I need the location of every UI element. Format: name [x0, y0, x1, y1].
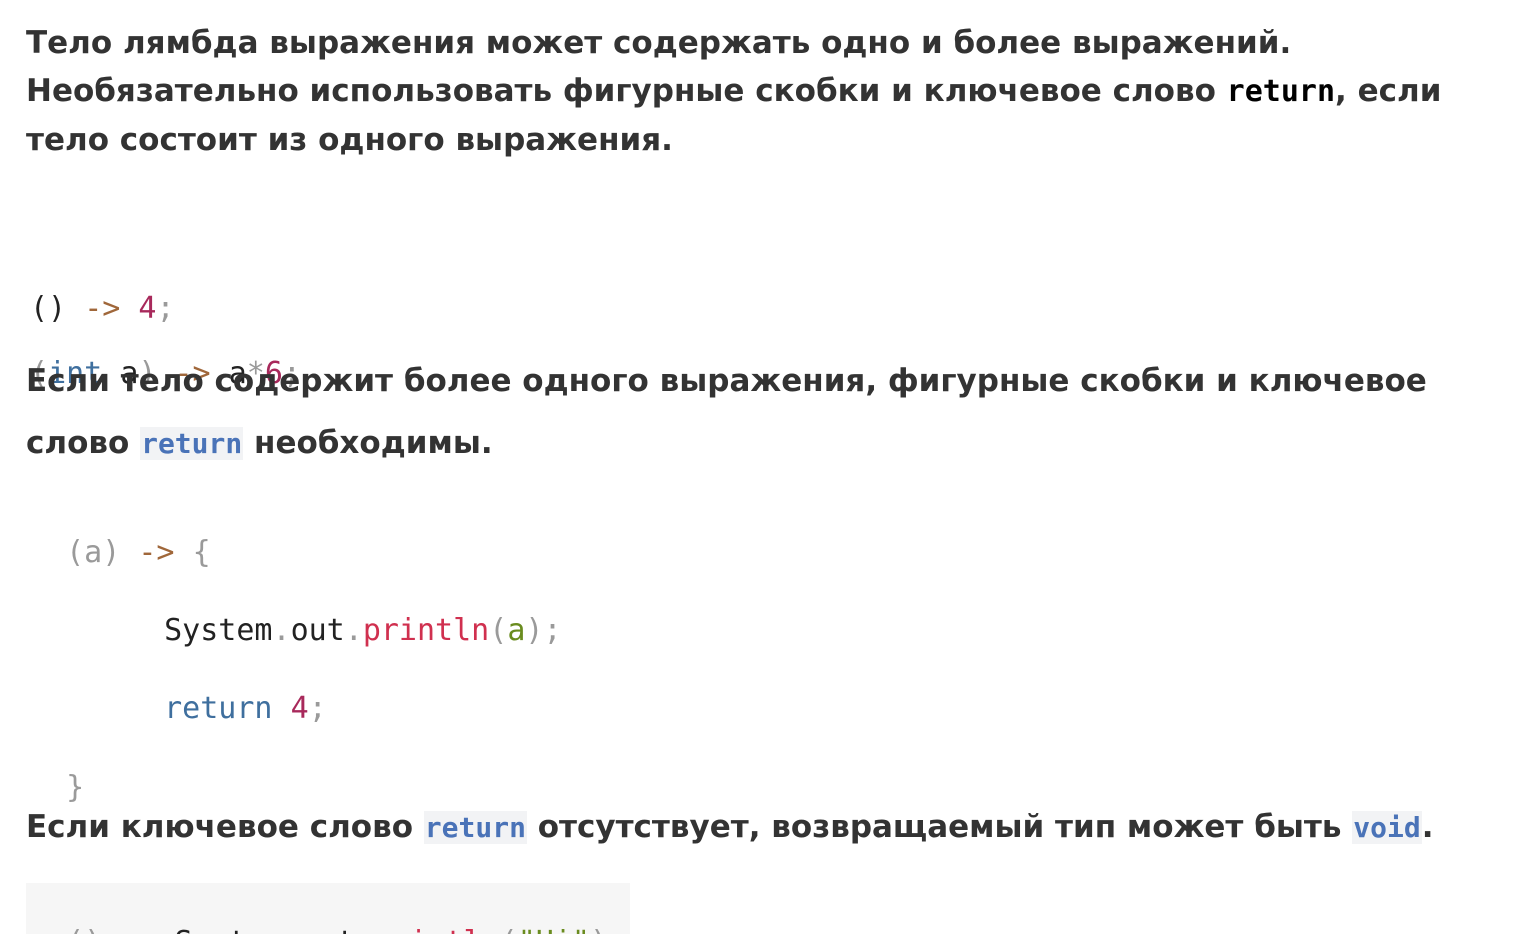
- code-paren: (: [489, 613, 508, 648]
- code-semicolon: ;: [543, 613, 562, 648]
- code-example-return-statement: return 4;: [128, 649, 327, 729]
- inline-code-void: void: [1352, 811, 1422, 844]
- code-param: (a): [66, 535, 121, 570]
- paragraph-lambda-body-intro: Тело лямбда выражения может содержать од…: [26, 19, 1441, 164]
- code-semicolon: ;: [308, 691, 327, 726]
- inline-code-return: return: [423, 811, 527, 844]
- text-segment: .: [1421, 809, 1434, 845]
- code-paren: ): [590, 925, 608, 934]
- paragraph-void-return: Если ключевое слово return отсутствует, …: [26, 805, 1433, 850]
- code-dot: .: [272, 613, 291, 648]
- code-arrow: ->: [120, 925, 156, 934]
- code-dot: .: [355, 925, 373, 934]
- code-paren: (: [500, 925, 518, 934]
- code-argument: a: [507, 613, 526, 648]
- text-segment: Если ключевое слово: [26, 809, 424, 845]
- code-class: System: [164, 613, 273, 648]
- code-dot: .: [283, 925, 301, 934]
- paragraph-line: Необязательно использовать фигурные скоб…: [26, 67, 1441, 116]
- code-keyword-return: return: [164, 691, 273, 726]
- text-segment: отсутствует, возвращаемый тип может быть: [526, 809, 1353, 845]
- code-example-println-statement: System.out.println(a);: [128, 571, 562, 651]
- inline-code-return: return: [140, 427, 244, 460]
- code-example-void-println: () -> System.out.println("Hi");: [26, 883, 631, 934]
- code-field: out: [290, 613, 345, 648]
- code-number: 4: [290, 691, 309, 726]
- text-segment: слово: [26, 425, 141, 461]
- paragraph-line: тело состоит из одного выражения.: [26, 122, 673, 158]
- code-semicolon: ;: [608, 925, 626, 934]
- code-dot: .: [344, 613, 363, 648]
- code-method: println: [362, 613, 490, 648]
- code-class: System: [175, 925, 283, 934]
- code-arrow: ->: [138, 535, 175, 570]
- code-brace: }: [66, 770, 85, 805]
- code-field: out: [301, 925, 355, 934]
- text-segment: необходимы.: [243, 425, 493, 461]
- code-example-block-head: (a) -> {: [30, 493, 211, 573]
- code-method: println: [373, 925, 499, 934]
- inline-code-return: return: [1226, 74, 1336, 109]
- code-string: "Hi": [518, 925, 590, 934]
- paragraph-line: Если тело содержит более одного выражени…: [26, 363, 1427, 399]
- paragraph-multiple-expressions: Если тело содержит более одного выражени…: [26, 350, 1427, 475]
- paragraph-line: слово return необходимы.: [26, 412, 1427, 475]
- text-segment: , если: [1335, 73, 1442, 109]
- paragraph-line: Тело лямбда выражения может содержать од…: [26, 25, 1292, 61]
- text-segment: Необязательно использовать фигурные скоб…: [26, 73, 1227, 109]
- code-brace: {: [192, 535, 211, 570]
- code-example-block-end: }: [30, 728, 84, 808]
- code-paren: ): [525, 613, 544, 648]
- code-parens: (): [66, 925, 102, 934]
